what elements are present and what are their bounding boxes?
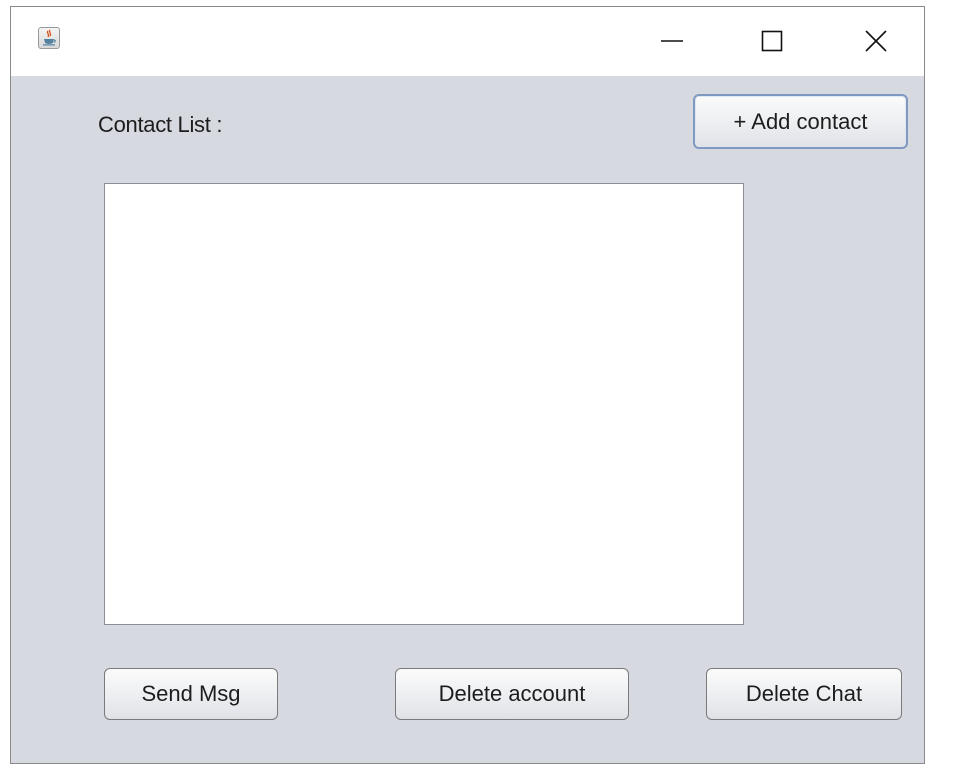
app-window: Contact List : + Add contact Send Msg De… [10,6,925,764]
send-msg-button[interactable]: Send Msg [104,668,278,720]
maximize-icon [761,30,783,52]
contact-list[interactable] [104,183,744,625]
delete-chat-button[interactable]: Delete Chat [706,668,902,720]
title-bar[interactable] [11,7,924,76]
add-contact-button[interactable]: + Add contact [693,94,908,149]
contact-list-label: Contact List : [98,112,223,137]
close-icon [865,30,887,52]
main-panel: Contact List : + Add contact Send Msg De… [11,76,924,763]
java-cup-icon [38,27,60,49]
minimize-button[interactable] [652,21,692,61]
minimize-icon [661,40,683,42]
maximize-button[interactable] [752,21,792,61]
delete-account-button[interactable]: Delete account [395,668,629,720]
close-button[interactable] [856,21,896,61]
